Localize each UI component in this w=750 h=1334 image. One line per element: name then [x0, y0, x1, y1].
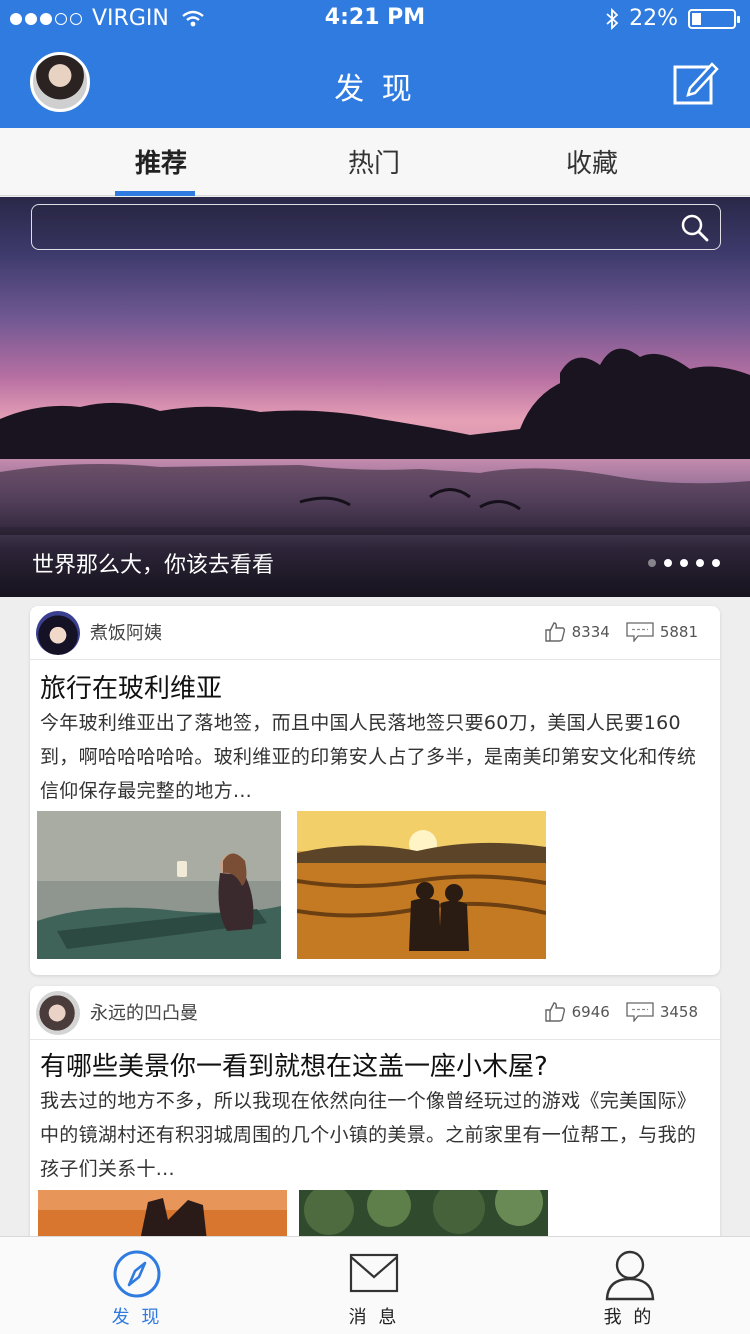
comment-icon[interactable] [626, 1002, 654, 1022]
search-icon[interactable] [680, 213, 710, 243]
author-name[interactable]: 永远的凹凸曼 [90, 999, 198, 1025]
edit-icon[interactable] [672, 58, 720, 106]
bottom-tab-bar: 发 现 消 息 我 的 [0, 1236, 750, 1334]
post-stats: 8334 5881 [544, 621, 698, 643]
post-image-girl-boat [37, 811, 281, 959]
page-dot[interactable] [696, 559, 704, 567]
page-dot[interactable] [664, 559, 672, 567]
like-count: 6946 [571, 1003, 610, 1021]
tab-label: 热门 [347, 149, 400, 179]
post-card[interactable]: 永远的凹凸曼 6946 3458 有哪些美景你一看到就想在这盖一座小木屋? 我去… [30, 986, 720, 1256]
comment-icon[interactable] [626, 622, 654, 642]
banner-caption: 世界那么大，你该去看看 [32, 553, 275, 578]
tab-favorites[interactable]: 收藏 [467, 128, 717, 196]
post-excerpt: 今年玻利维亚出了落地签，而且中国人民落地签只要60刀，美国人民要160到，啊哈哈… [40, 712, 697, 802]
post-image[interactable] [297, 811, 546, 959]
page-title: 发 现 [334, 72, 416, 107]
page-dot[interactable] [648, 559, 656, 567]
tab-active-indicator [115, 191, 195, 196]
bottom-tab-messages[interactable]: 消 息 [249, 1237, 499, 1334]
post-header: 永远的凹凸曼 6946 3458 [30, 986, 720, 1040]
post-title[interactable]: 旅行在玻利维亚 [40, 668, 222, 705]
tab-label: 收藏 [565, 149, 618, 179]
tab-popular[interactable]: 热门 [249, 128, 499, 196]
person-icon [605, 1250, 655, 1301]
battery-icon [688, 8, 740, 29]
bottom-tab-discover[interactable]: 发 现 [12, 1237, 262, 1334]
status-bar: VIRGIN 4:21 PM 22% [0, 0, 750, 40]
search-bar[interactable] [31, 204, 721, 250]
post-excerpt: 我去过的地方不多，所以我现在依然向往一个像曾经玩过的游戏《完美国际》中的镜湖村还… [40, 1090, 697, 1180]
top-bar: VIRGIN 4:21 PM 22% 发 现 [0, 0, 750, 128]
bottom-tab-label: 我 的 [603, 1307, 655, 1328]
post-image-sunset-couple [297, 811, 546, 959]
post-stats: 6946 3458 [544, 1001, 698, 1023]
page-dot[interactable] [680, 559, 688, 567]
post-card[interactable]: 煮饭阿姨 8334 5881 旅行在玻利维亚 今年玻利维亚出了落地签，而且中国人… [30, 606, 720, 975]
author-avatar[interactable] [36, 991, 80, 1035]
like-count: 8334 [571, 623, 610, 641]
battery-percent: 22% [629, 6, 678, 31]
thumbs-up-icon[interactable] [544, 621, 566, 643]
banner-page-indicator [648, 559, 720, 567]
thumbs-up-icon[interactable] [544, 1001, 566, 1023]
bottom-tab-profile[interactable]: 我 的 [504, 1237, 750, 1334]
author-name[interactable]: 煮饭阿姨 [90, 619, 162, 645]
featured-banner[interactable]: 世界那么大，你该去看看 [0, 197, 750, 597]
page-dot[interactable] [712, 559, 720, 567]
bottom-tab-label: 消 息 [348, 1307, 400, 1328]
compass-icon [113, 1250, 161, 1298]
category-tabs: 推荐 热门 收藏 [0, 128, 750, 196]
tab-label: 推荐 [134, 149, 187, 179]
mail-icon [349, 1253, 399, 1293]
post-header: 煮饭阿姨 8334 5881 [30, 606, 720, 660]
author-avatar[interactable] [36, 611, 80, 655]
banner-caption-bar: 世界那么大，你该去看看 [0, 529, 750, 597]
bottom-tab-label: 发 现 [111, 1307, 163, 1328]
bluetooth-icon [606, 7, 619, 30]
comment-count: 3458 [659, 1003, 698, 1021]
post-title[interactable]: 有哪些美景你一看到就想在这盖一座小木屋? [40, 1046, 548, 1083]
post-image[interactable] [37, 811, 281, 959]
comment-count: 5881 [659, 623, 698, 641]
